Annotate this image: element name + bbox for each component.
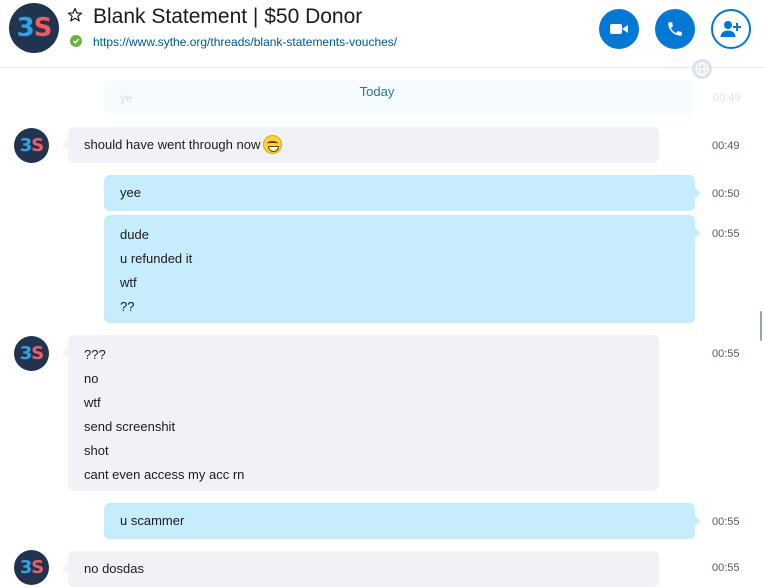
- message-line: u refunded it: [120, 251, 193, 266]
- grin-emoji-icon: [263, 135, 283, 155]
- message-line: u scammer: [120, 513, 185, 528]
- incoming-message-bubble[interactable]: ??? no wtf send screenshit shot cant eve…: [62, 335, 659, 491]
- avatar-logo: 3S: [19, 135, 44, 156]
- contact-avatar[interactable]: 3S: [9, 3, 59, 53]
- profile-link[interactable]: https://www.sythe.org/threads/blank-stat…: [93, 35, 397, 49]
- message-line: dude: [120, 227, 149, 242]
- message-time: 00:55: [712, 348, 740, 360]
- conversation-header: 3S Blank Statement | $50 Donor https://w…: [0, 0, 764, 68]
- video-call-button[interactable]: [599, 9, 639, 49]
- avatar-logo: 3S: [19, 557, 44, 578]
- message-line: wtf: [120, 275, 137, 290]
- video-camera-icon: [610, 24, 628, 34]
- message-list[interactable]: ye 00:49 Today 3S should have went throu…: [0, 68, 764, 587]
- outgoing-message-bubble[interactable]: yee: [104, 175, 701, 211]
- date-divider: Today: [0, 84, 754, 99]
- avatar-logo: 3S: [19, 343, 44, 364]
- message-line: send screenshit: [84, 419, 176, 434]
- outgoing-message-bubble[interactable]: u scammer: [104, 503, 701, 539]
- sender-avatar[interactable]: 3S: [14, 550, 49, 585]
- add-person-icon: [720, 21, 741, 37]
- phone-icon: [668, 22, 682, 36]
- avatar-logo: 3S: [16, 13, 53, 43]
- message-time: 00:50: [712, 188, 740, 200]
- scrollbar-thumb[interactable]: [760, 311, 762, 341]
- outgoing-message-bubble[interactable]: dude u refunded it wtf ??: [104, 215, 701, 323]
- message-time: 00:55: [712, 516, 740, 528]
- chat-window: 3S Blank Statement | $50 Donor https://w…: [0, 0, 764, 587]
- message-line: no dosdas: [84, 561, 144, 576]
- star-icon[interactable]: [67, 7, 83, 23]
- incoming-message-bubble[interactable]: should have went through now: [62, 127, 659, 163]
- incoming-message-bubble[interactable]: no dosdas: [62, 551, 659, 587]
- add-people-button[interactable]: [711, 9, 751, 49]
- message-time: 00:49: [712, 140, 740, 152]
- message-line: should have went through now: [84, 133, 643, 157]
- online-status-icon: [70, 35, 82, 47]
- message-line: no: [84, 371, 99, 386]
- contact-name[interactable]: Blank Statement | $50 Donor: [93, 5, 362, 29]
- sender-avatar[interactable]: 3S: [14, 128, 49, 163]
- sender-avatar[interactable]: 3S: [14, 336, 49, 371]
- date-divider-label: Today: [359, 84, 395, 99]
- message-line: yee: [120, 185, 141, 200]
- audio-call-button[interactable]: [655, 9, 695, 49]
- globe-icon[interactable]: [692, 59, 712, 79]
- message-line: cant even access my acc rn: [84, 467, 245, 482]
- message-time: 00:55: [712, 562, 740, 574]
- message-time: 00:55: [712, 228, 740, 240]
- message-line: ??: [120, 299, 135, 314]
- message-line: wtf: [84, 395, 101, 410]
- message-line: ???: [84, 347, 106, 362]
- message-line: shot: [84, 443, 109, 458]
